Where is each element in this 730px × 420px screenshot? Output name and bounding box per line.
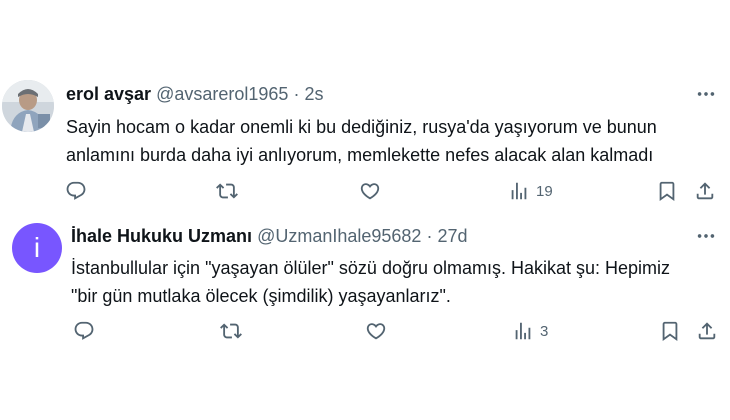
tweet-text-line: anlamını burda daha iyi anlıyorum, memle… xyxy=(66,145,654,165)
letter-avatar[interactable]: i xyxy=(12,223,62,273)
retweet-button[interactable] xyxy=(220,320,242,342)
author-name[interactable]: erol avşar xyxy=(66,84,151,104)
like-button[interactable] xyxy=(359,180,381,202)
tweet-text: Sayin hocam o kadar onemli ki bu dediğin… xyxy=(66,113,657,169)
author-handle[interactable]: @UzmanIhale95682 xyxy=(257,226,421,246)
retweet-button[interactable] xyxy=(216,180,238,202)
like-icon xyxy=(365,320,387,342)
author-name[interactable]: İhale Hukuku Uzmanı xyxy=(71,226,252,246)
more-icon xyxy=(695,83,717,105)
header-separator: · xyxy=(426,226,433,246)
share-icon xyxy=(694,180,716,202)
views-icon xyxy=(508,180,530,202)
more-icon xyxy=(695,225,717,247)
views-count: 19 xyxy=(536,182,553,200)
bookmark-icon xyxy=(656,180,678,202)
header-separator: · xyxy=(293,84,300,104)
timestamp[interactable]: 2s xyxy=(304,84,323,104)
views-button[interactable]: 3 xyxy=(512,320,548,342)
reply-button[interactable] xyxy=(65,180,87,202)
timestamp[interactable]: 27d xyxy=(437,226,467,246)
tweet-text: İstanbullular için "yaşayan ölüler" sözü… xyxy=(71,254,670,310)
user-photo-icon xyxy=(2,80,54,132)
avatar-letter: i xyxy=(33,232,41,263)
tweet-header: İhale Hukuku Uzmanı @UzmanIhale95682 · 2… xyxy=(71,225,468,247)
more-options-button[interactable] xyxy=(692,225,720,247)
bookmark-button[interactable] xyxy=(656,180,678,202)
share-button[interactable] xyxy=(694,180,716,202)
user-photo-avatar[interactable] xyxy=(2,80,54,132)
author-handle[interactable]: @avsarerol1965 xyxy=(156,84,288,104)
retweet-icon xyxy=(220,320,242,342)
tweet-text-line: İstanbullular için "yaşayan ölüler" sözü… xyxy=(71,258,671,278)
share-icon xyxy=(696,320,718,342)
tweet-2[interactable]: i İhale Hukuku Uzmanı @UzmanIhale95682 ·… xyxy=(0,223,730,353)
reply-icon xyxy=(73,320,95,342)
views-count: 3 xyxy=(540,322,549,340)
tweet-1[interactable]: erol avşar @avsarerol1965 · 2s Sayin hoc… xyxy=(0,80,730,210)
reply-button[interactable] xyxy=(73,320,95,342)
reply-icon xyxy=(65,180,87,202)
tweet-text-line: "bir gün mutlaka ölecek (şimdilik) yaşay… xyxy=(71,286,451,306)
views-icon xyxy=(512,320,534,342)
retweet-icon xyxy=(216,180,238,202)
views-button[interactable]: 19 xyxy=(508,180,553,202)
like-button[interactable] xyxy=(365,320,387,342)
more-options-button[interactable] xyxy=(692,83,720,105)
bookmark-button[interactable] xyxy=(659,320,681,342)
tweet-text-line: Sayin hocam o kadar onemli ki bu dediğin… xyxy=(66,117,657,137)
share-button[interactable] xyxy=(696,320,718,342)
bookmark-icon xyxy=(659,320,681,342)
like-icon xyxy=(359,180,381,202)
tweet-header: erol avşar @avsarerol1965 · 2s xyxy=(66,83,323,105)
